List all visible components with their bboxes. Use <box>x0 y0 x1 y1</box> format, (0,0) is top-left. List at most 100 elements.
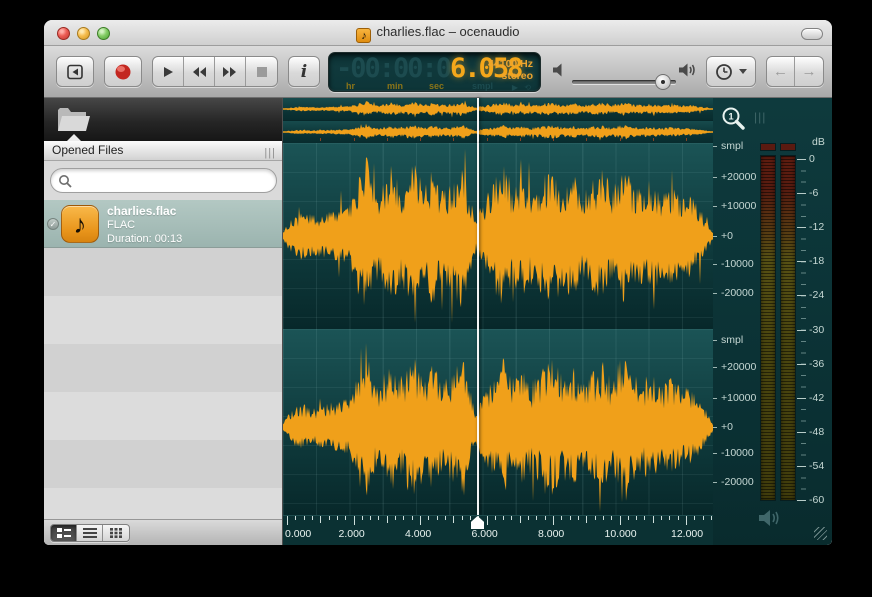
ruler-tick <box>462 516 463 520</box>
scale-tick <box>713 340 717 341</box>
ruler-tick <box>345 516 346 520</box>
overview-tick <box>487 138 488 141</box>
info-button[interactable]: i <box>288 56 320 87</box>
skip-to-start-icon <box>65 64 85 80</box>
sample-scale-label: +10000 <box>721 392 756 404</box>
time-format-button[interactable] <box>706 56 756 87</box>
ruler-tick <box>445 516 446 520</box>
ruler-tick <box>503 516 504 520</box>
ruler-tick <box>678 516 679 520</box>
sample-scale-label: -20000 <box>721 287 754 299</box>
scale-tick <box>713 398 717 399</box>
ruler-tick <box>636 516 637 520</box>
sample-rate: 44100 Hz <box>488 58 533 70</box>
ruler-tick <box>545 516 546 520</box>
sample-scale-label: smpl <box>721 140 743 152</box>
file-item-selected[interactable]: ✓ ♪ charlies.flac FLAC Duration: 00:13 <box>44 200 282 248</box>
sidebar: Opened Files ||| ✓ ♪ charlies.flac FLAC … <box>44 98 283 545</box>
play-button[interactable] <box>153 57 184 86</box>
skip-to-start-button[interactable] <box>56 56 94 87</box>
db-scale-title: dB <box>812 136 825 148</box>
ruler-tick <box>628 516 629 520</box>
waveform-canvas[interactable] <box>283 143 713 515</box>
file-list[interactable]: ✓ ♪ charlies.flac FLAC Duration: 00:13 <box>44 200 282 519</box>
selected-tab-notch <box>67 134 81 141</box>
panel-drag-grip[interactable]: ||| <box>754 110 766 124</box>
ruler-tick <box>653 516 654 523</box>
channel-left-band[interactable] <box>283 143 713 329</box>
speaker-loud-icon <box>678 62 700 78</box>
view-grid-button[interactable] <box>103 525 129 541</box>
overview-tick <box>686 138 687 141</box>
ruler-tick <box>370 516 371 520</box>
overview-tick <box>553 138 554 141</box>
view-list-button[interactable] <box>77 525 103 541</box>
scale-tick <box>713 427 717 428</box>
clip-indicator-left <box>760 143 776 151</box>
window-title: charlies.flac – ocenaudio <box>376 24 519 39</box>
opened-files-folder-icon[interactable] <box>56 105 94 134</box>
transport-group <box>152 56 278 87</box>
clip-indicator-right <box>780 143 796 151</box>
db-tick <box>797 364 806 365</box>
search-field[interactable] <box>50 168 277 193</box>
scale-tick <box>713 482 717 483</box>
speaker-quiet-icon <box>552 62 566 78</box>
overview-strip[interactable] <box>283 98 713 143</box>
record-button[interactable] <box>104 56 142 87</box>
db-tick-label: -18 <box>809 255 824 267</box>
sample-scale-label: -10000 <box>721 258 754 270</box>
playhead-line[interactable] <box>477 143 479 515</box>
scale-tick <box>713 177 717 178</box>
ruler-tick <box>595 516 596 520</box>
play-icon <box>160 65 176 79</box>
db-tick-label: -24 <box>809 289 824 301</box>
window-resize-grip[interactable] <box>814 527 827 540</box>
time-ruler[interactable]: 0.0002.0004.0006.0008.00010.00012.000 <box>283 515 713 545</box>
ruler-tick <box>703 516 704 520</box>
file-name: charlies.flac <box>107 204 182 218</box>
playhead-marker[interactable] <box>471 516 484 529</box>
view-detailed-list-button[interactable] <box>51 525 77 541</box>
ruler-tick <box>304 516 305 520</box>
channel-right-band[interactable] <box>283 329 713 515</box>
content-area: Opened Files ||| ✓ ♪ charlies.flac FLAC … <box>44 98 832 545</box>
panel-title: Opened Files <box>52 143 123 157</box>
ruler-tick <box>354 516 355 525</box>
title-bar: ♪charlies.flac – ocenaudio <box>44 20 832 46</box>
ruler-tick <box>553 516 554 525</box>
search-icon <box>58 174 73 189</box>
ruler-tick <box>661 516 662 520</box>
chevron-down-icon <box>739 69 747 74</box>
stop-button[interactable] <box>246 57 277 86</box>
ruler-tick <box>520 516 521 523</box>
scale-tick <box>713 206 717 207</box>
meter-panel: 1 ||| smpl+20000+10000+0-10000-20000smpl… <box>713 98 832 545</box>
overview-tick <box>653 138 654 141</box>
time-display[interactable]: -00:00:06.058 hr min sec smpl 44100 Hz s… <box>328 52 541 92</box>
back-arrow-icon: ← <box>773 63 788 80</box>
rewind-button[interactable] <box>184 57 215 86</box>
toolbar-toggle-button[interactable] <box>801 28 823 40</box>
volume-slider-knob[interactable] <box>655 74 671 90</box>
fast-forward-button[interactable] <box>215 57 246 86</box>
ruler-tick <box>453 516 454 523</box>
db-tick <box>797 432 806 433</box>
overview-band-right <box>283 121 713 143</box>
format-readout: 44100 Hz stereo ▶ ⟲ <box>488 58 533 94</box>
undo-back-button[interactable]: ← <box>767 57 795 86</box>
ruler-tick <box>611 516 612 520</box>
overview-band-left <box>283 98 713 120</box>
redo-forward-button[interactable]: → <box>795 57 823 86</box>
overview-tick <box>320 138 321 141</box>
search-input[interactable] <box>75 171 265 190</box>
detailed-list-icon <box>57 528 71 538</box>
overview-playhead-line <box>477 98 479 143</box>
zoom-level-icon[interactable]: 1 <box>721 106 747 132</box>
ruler-tick <box>428 516 429 520</box>
overview-tick <box>420 138 421 141</box>
sidebar-panel-header: Opened Files ||| <box>44 141 282 161</box>
monitor-speaker-icon[interactable] <box>757 508 783 528</box>
time-label: 0.000 <box>285 528 311 540</box>
sample-scale-label: +20000 <box>721 361 756 373</box>
